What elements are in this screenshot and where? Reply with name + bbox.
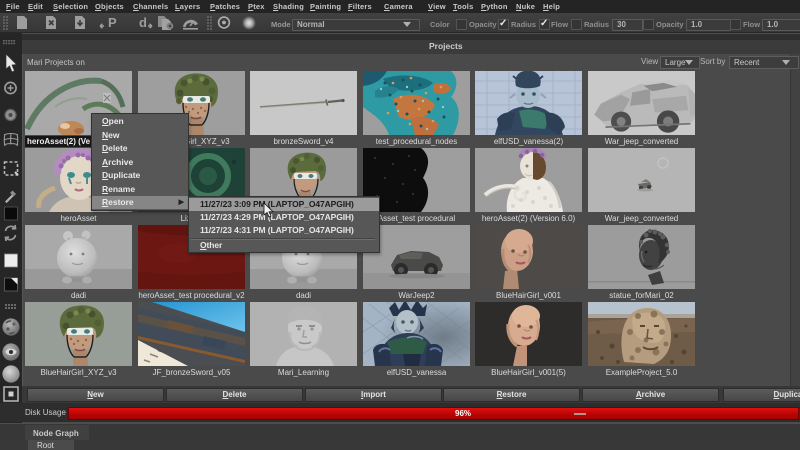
svg-text:d: d	[139, 15, 147, 30]
svg-text:P: P	[108, 15, 117, 30]
